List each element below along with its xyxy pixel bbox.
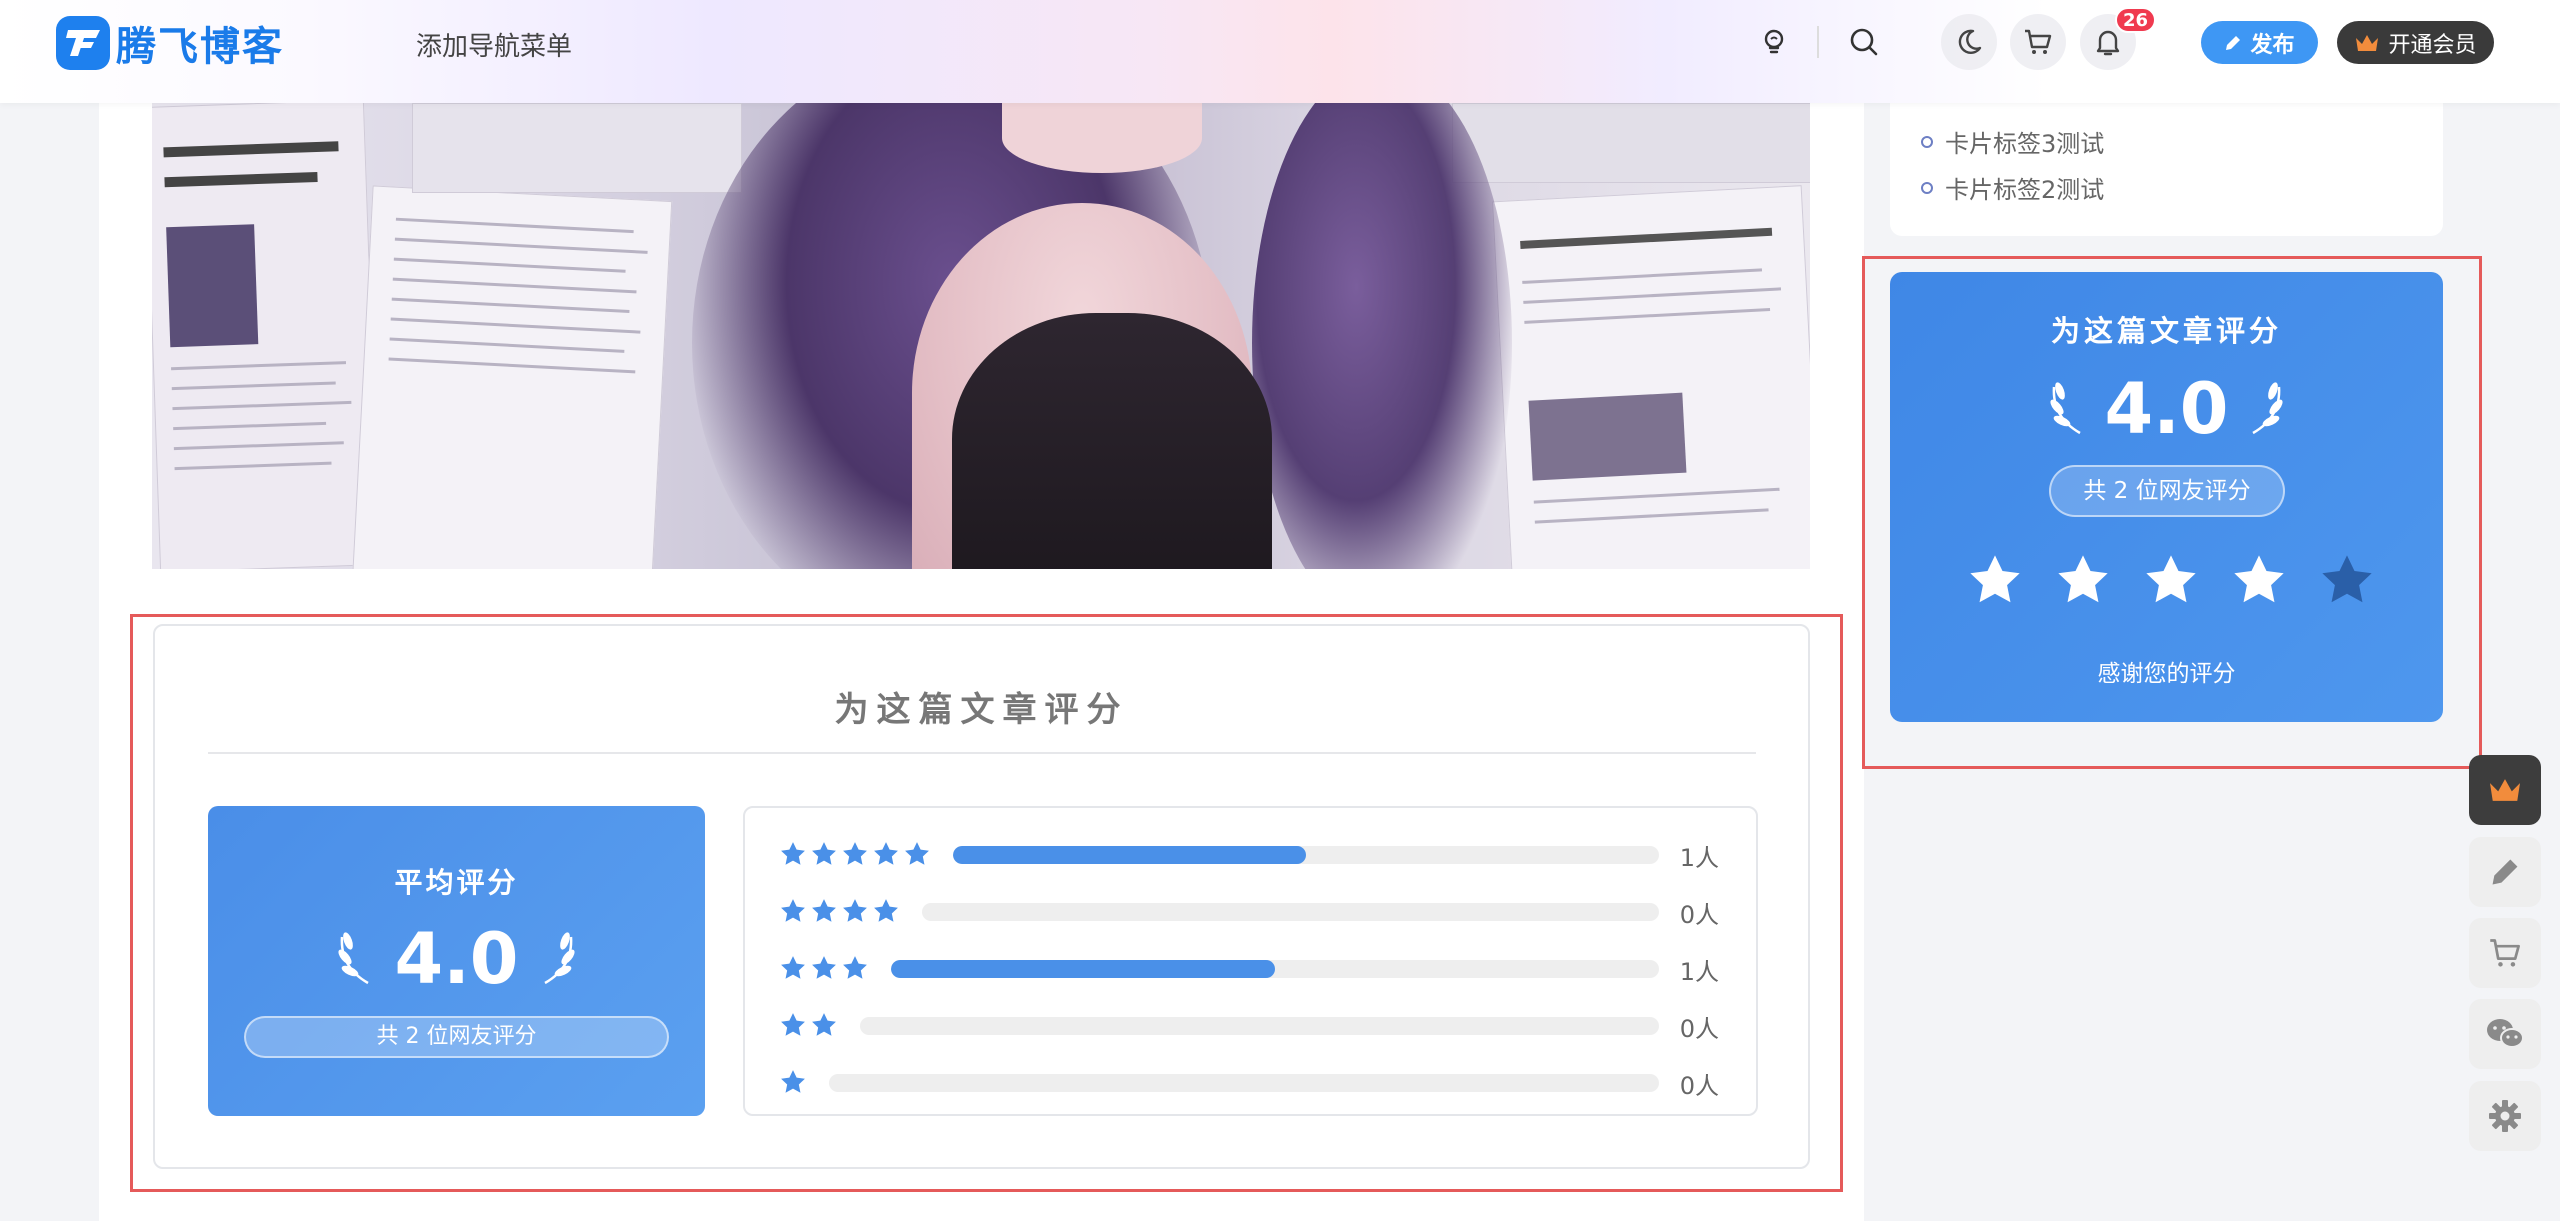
pencil-icon <box>2226 35 2241 50</box>
rating-star-icon[interactable] <box>2230 551 2288 609</box>
cart-float-button[interactable] <box>2469 918 2541 988</box>
gear-icon <box>2489 1100 2521 1132</box>
distribution-stars <box>779 840 931 868</box>
cart-icon <box>2025 29 2052 54</box>
logo-mark-icon <box>56 16 110 70</box>
rating-title: 为这篇文章评分 <box>834 690 1129 730</box>
distribution-bar <box>922 903 1659 921</box>
bell-icon <box>2096 30 2120 56</box>
distribution-bar-fill <box>953 846 1306 864</box>
top-header: 腾飞博客 添加导航菜单 26 发布 开通会员 <box>0 0 2560 103</box>
tag-label: 卡片标签2测试 <box>1945 176 2105 204</box>
rating-distribution: 1人 0人 1人 0人 0人 <box>743 806 1758 1116</box>
crown-icon <box>2490 779 2520 801</box>
distribution-bar <box>829 1074 1659 1092</box>
tag-label: 卡片标签3测试 <box>1945 130 2105 158</box>
sidebar-score: 4.0 <box>2104 368 2229 450</box>
distribution-bar <box>891 960 1659 978</box>
distribution-count: 1人 <box>1679 958 1719 986</box>
vip-button[interactable]: 开通会员 <box>2337 21 2494 64</box>
distribution-count: 0人 <box>1679 1072 1719 1100</box>
average-score: 4.0 <box>394 918 519 1000</box>
wechat-float-button[interactable] <box>2469 999 2541 1069</box>
distribution-row: 0人 <box>779 1066 1719 1100</box>
laurel-left-icon <box>2050 382 2082 435</box>
star-icon <box>812 842 836 865</box>
dark-mode-toggle[interactable] <box>1941 14 1997 70</box>
wechat-icon <box>2487 1019 2524 1048</box>
add-nav-menu-link[interactable]: 添加导航菜单 <box>416 26 572 63</box>
star-icon <box>843 956 867 979</box>
light-bulb-icon[interactable] <box>1754 22 1794 62</box>
rating-star-icon[interactable] <box>2142 551 2200 609</box>
distribution-stars <box>779 1011 838 1039</box>
notification-badge: 26 <box>2115 7 2157 33</box>
vip-float-button[interactable] <box>2469 755 2541 825</box>
distribution-stars <box>779 1068 807 1096</box>
cart-icon <box>2490 939 2520 967</box>
star-icon <box>812 956 836 979</box>
star-icon <box>781 842 805 865</box>
sidebar-rating-widget: 为这篇文章评分 4.0 共 2 位网友评分 感谢您的评分 <box>1890 272 2443 722</box>
site-logo[interactable]: 腾飞博客 <box>56 16 284 70</box>
star-icon <box>843 899 867 922</box>
distribution-count: 0人 <box>1679 901 1719 929</box>
average-score-row: 4.0 <box>208 918 705 1000</box>
distribution-bar <box>860 1017 1659 1035</box>
average-count-pill: 共 2 位网友评分 <box>244 1016 669 1058</box>
distribution-row: 0人 <box>779 1009 1719 1043</box>
laurel-right-icon <box>2251 382 2283 435</box>
star-icon <box>905 842 929 865</box>
laurel-right-icon <box>543 932 575 985</box>
search-icon[interactable] <box>1844 22 1884 62</box>
sidebar-thanks-text: 感谢您的评分 <box>2097 661 2236 687</box>
sidebar-rating-title: 为这篇文章评分 <box>2050 314 2282 348</box>
average-rating-box: 平均评分 4.0 共 2 位网友评分 <box>208 806 705 1116</box>
star-icon <box>812 1013 836 1036</box>
sidebar-star-rating[interactable] <box>1966 551 2376 609</box>
star-icon <box>812 899 836 922</box>
header-divider <box>1817 26 1819 58</box>
average-label: 平均评分 <box>394 866 519 899</box>
moon-icon <box>1958 29 1982 54</box>
tag-item[interactable]: 卡片标签2测试 <box>1921 170 2104 205</box>
distribution-row: 1人 <box>779 838 1719 872</box>
publish-button[interactable]: 发布 <box>2201 21 2318 64</box>
laurel-left-icon <box>338 932 370 985</box>
vip-label: 开通会员 <box>2388 31 2477 57</box>
article-rating-card: 为这篇文章评分 平均评分 4.0 共 2 位网友评分 1人 0人 1人 0人 0人 <box>153 624 1810 1169</box>
distribution-bar-fill <box>891 960 1275 978</box>
distribution-bar <box>953 846 1659 864</box>
rating-star-icon[interactable] <box>2318 551 2376 609</box>
tag-item[interactable]: 卡片标签3测试 <box>1921 124 2104 159</box>
distribution-row: 0人 <box>779 895 1719 929</box>
star-icon <box>874 842 898 865</box>
sidebar-count-pill: 共 2 位网友评分 <box>2049 465 2285 517</box>
rating-star-icon[interactable] <box>2054 551 2112 609</box>
tag-bullet-icon <box>1921 181 1933 194</box>
distribution-stars <box>779 954 869 982</box>
star-icon <box>781 1013 805 1036</box>
logo-text: 腾飞博客 <box>116 24 284 70</box>
rating-divider <box>208 752 1756 754</box>
pencil-icon <box>2492 859 2518 885</box>
write-float-button[interactable] <box>2469 837 2541 907</box>
distribution-count: 0人 <box>1679 1015 1719 1043</box>
article-cover-image <box>152 103 1810 569</box>
star-icon <box>781 899 805 922</box>
crown-icon <box>2356 34 2379 51</box>
rating-star-icon[interactable] <box>1966 551 2024 609</box>
distribution-stars <box>779 897 900 925</box>
settings-float-button[interactable] <box>2469 1081 2541 1151</box>
star-icon <box>781 1070 805 1093</box>
tag-bullet-icon <box>1921 135 1933 148</box>
star-icon <box>843 842 867 865</box>
publish-label: 发布 <box>2250 31 2295 57</box>
distribution-row: 1人 <box>779 952 1719 986</box>
star-icon <box>874 899 898 922</box>
sidebar-score-row: 4.0 <box>1890 368 2443 450</box>
star-icon <box>781 956 805 979</box>
cart-button[interactable] <box>2010 14 2066 70</box>
distribution-count: 1人 <box>1679 844 1719 872</box>
